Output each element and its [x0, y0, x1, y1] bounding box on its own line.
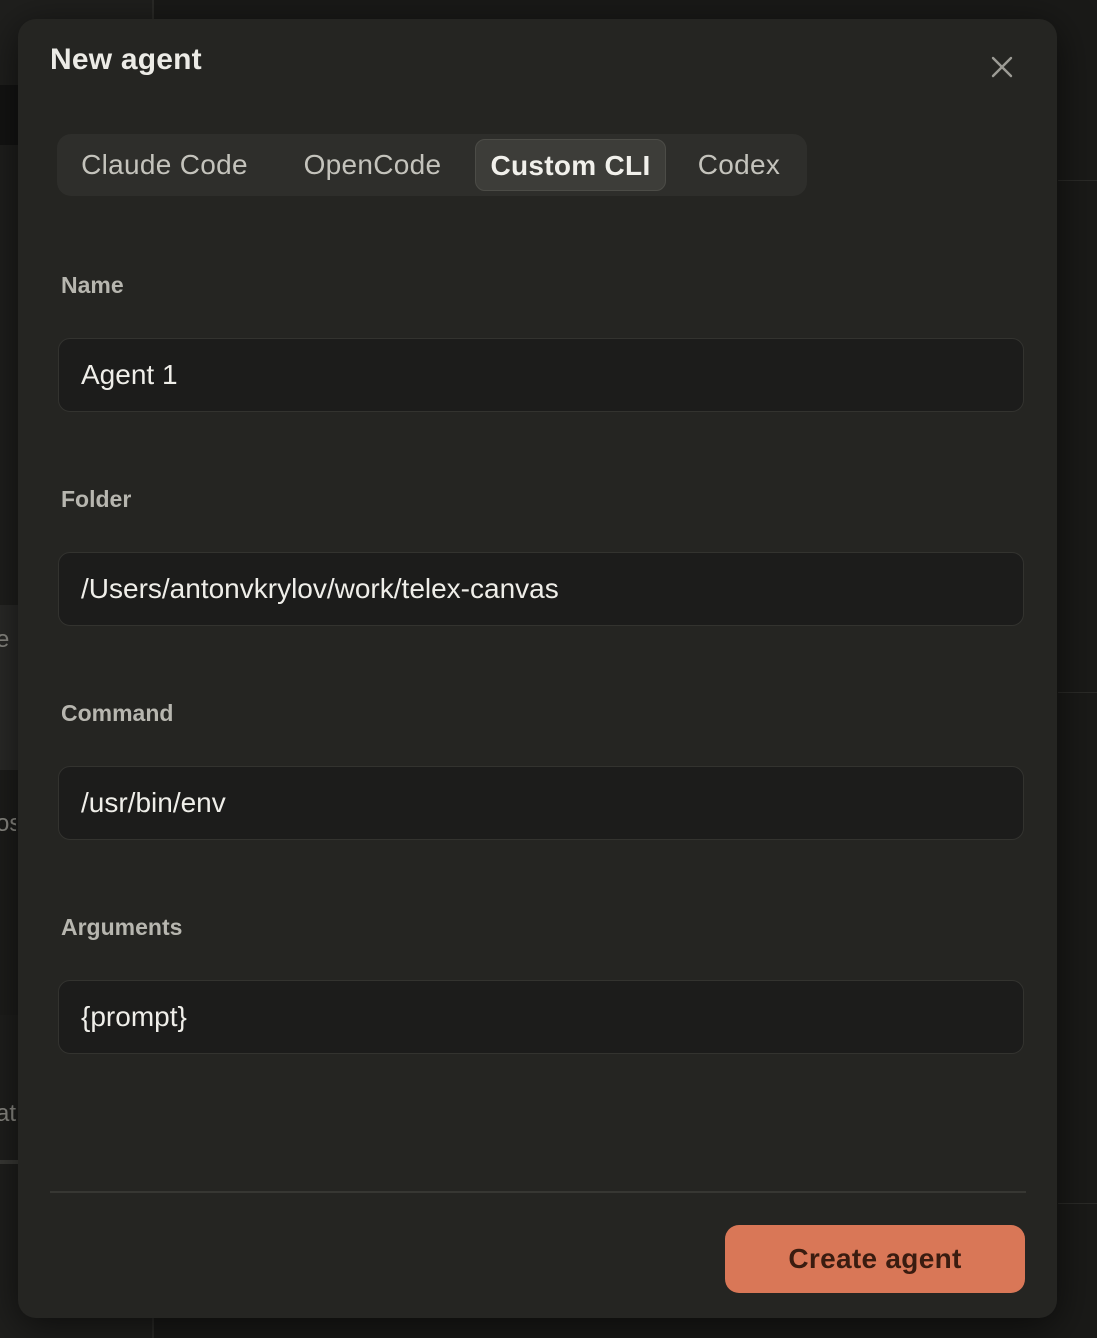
new-agent-dialog: New agent Claude Code OpenCode Custom CL… — [18, 19, 1057, 1318]
arguments-input[interactable] — [58, 980, 1024, 1054]
background-divider — [0, 1160, 20, 1164]
background-text: at — [0, 1100, 16, 1127]
agent-type-tabs: Claude Code OpenCode Custom CLI Codex — [57, 134, 807, 196]
background-divider — [1058, 692, 1097, 693]
command-label: Command — [61, 700, 174, 726]
tab-opencode[interactable]: OpenCode — [281, 139, 464, 191]
background-divider — [1058, 180, 1097, 181]
command-input[interactable] — [58, 766, 1024, 840]
tab-claude-code[interactable]: Claude Code — [63, 139, 266, 191]
arguments-label: Arguments — [61, 914, 183, 940]
dialog-title: New agent — [50, 43, 202, 76]
close-icon — [991, 56, 1013, 78]
background-text: e — [0, 626, 10, 653]
background-panel — [0, 770, 20, 1015]
tab-custom-cli[interactable]: Custom CLI — [475, 139, 666, 191]
create-agent-button[interactable]: Create agent — [725, 1225, 1025, 1293]
footer-divider — [50, 1191, 1026, 1193]
name-label: Name — [61, 272, 124, 298]
folder-input[interactable] — [58, 552, 1024, 626]
background-divider — [1058, 1203, 1097, 1204]
tab-codex[interactable]: Codex — [679, 139, 799, 191]
background-panel — [0, 85, 20, 145]
background-text: os — [0, 810, 16, 837]
close-button[interactable] — [984, 49, 1020, 85]
name-input[interactable] — [58, 338, 1024, 412]
folder-label: Folder — [61, 486, 132, 512]
